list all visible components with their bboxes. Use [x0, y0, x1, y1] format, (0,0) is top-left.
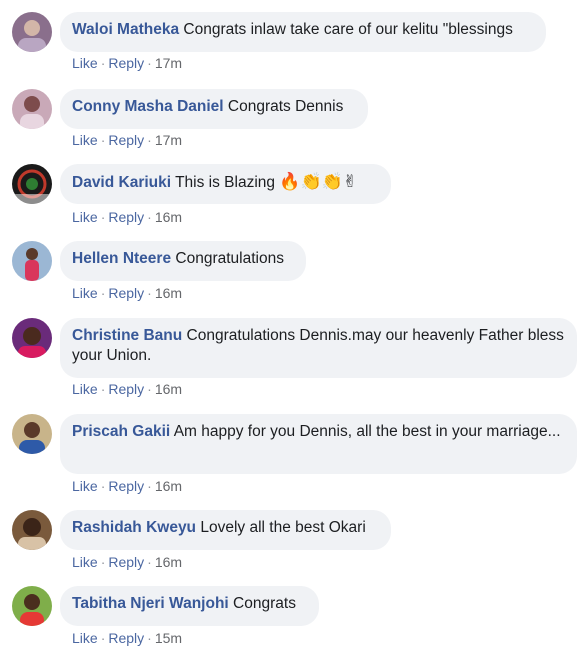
like-link[interactable]: Like — [72, 381, 98, 397]
comment-timestamp[interactable]: 16m — [155, 554, 182, 570]
comment-text: Congrats inlaw take care of our kelitu "… — [183, 21, 513, 38]
comment-author[interactable]: Conny Masha Daniel — [72, 98, 224, 115]
like-link[interactable]: Like — [72, 55, 98, 71]
comment-actions: Like · Reply · 16m — [72, 284, 182, 302]
like-link[interactable]: Like — [72, 132, 98, 148]
avatar[interactable] — [12, 510, 52, 550]
comment-bubble: Christine Banu Congratulations Dennis.ma… — [60, 318, 577, 378]
comment-timestamp[interactable]: 15m — [155, 630, 182, 646]
comment-text: Lovely all the best Okari — [200, 519, 366, 536]
comment-bubble: Priscah Gakii Am happy for you Dennis, a… — [60, 414, 577, 474]
comment-bubble: Conny Masha Daniel Congrats Dennis — [60, 89, 368, 129]
comment-text: This is Blazing — [175, 174, 276, 191]
comment-author[interactable]: Hellen Nteere — [72, 250, 171, 267]
comment-bubble: David Kariuki This is Blazing 🔥👏👏✌ — [60, 164, 391, 204]
comment-timestamp[interactable]: 16m — [155, 285, 182, 301]
like-link[interactable]: Like — [72, 630, 98, 646]
separator: · — [147, 209, 152, 225]
avatar[interactable] — [12, 89, 52, 129]
comment-author[interactable]: Christine Banu — [72, 327, 182, 344]
like-link[interactable]: Like — [72, 285, 98, 301]
like-link[interactable]: Like — [72, 554, 98, 570]
comment-author[interactable]: Rashidah Kweyu — [72, 519, 196, 536]
separator: · — [100, 55, 106, 71]
avatar[interactable] — [12, 414, 52, 454]
fire-clap-peace-emoji-icon: 🔥👏👏✌ — [279, 172, 358, 191]
comment-text: Congrats — [233, 595, 296, 612]
avatar[interactable] — [12, 318, 52, 358]
comment-author[interactable]: David Kariuki — [72, 174, 171, 191]
reply-link[interactable]: Reply — [108, 55, 144, 71]
separator: · — [100, 630, 106, 646]
reply-link[interactable]: Reply — [108, 132, 144, 148]
separator: · — [100, 381, 106, 397]
comment-bubble: Rashidah Kweyu Lovely all the best Okari — [60, 510, 391, 550]
separator: · — [147, 478, 152, 494]
comment-timestamp[interactable]: 16m — [155, 381, 182, 397]
comment-text: Am happy for you Dennis, all the best in… — [173, 423, 561, 440]
comment-actions: Like · Reply · 16m — [72, 380, 182, 398]
separator: · — [147, 630, 152, 646]
comment-actions: Like · Reply · 15m — [72, 629, 182, 647]
comment-bubble: Waloi Matheka Congrats inlaw take care o… — [60, 12, 546, 52]
separator: · — [147, 381, 152, 397]
comment-actions: Like · Reply · 17m — [72, 131, 182, 149]
separator: · — [100, 285, 106, 301]
reply-link[interactable]: Reply — [108, 630, 144, 646]
like-link[interactable]: Like — [72, 209, 98, 225]
comment-timestamp[interactable]: 17m — [155, 132, 182, 148]
reply-link[interactable]: Reply — [108, 285, 144, 301]
comment-actions: Like · Reply · 17m — [72, 54, 182, 72]
comment-author[interactable]: Tabitha Njeri Wanjohi — [72, 595, 229, 612]
comment-bubble: Hellen Nteere Congratulations — [60, 241, 306, 281]
separator: · — [147, 554, 152, 570]
avatar[interactable] — [12, 12, 52, 52]
comment-author[interactable]: Priscah Gakii — [72, 423, 170, 440]
reply-link[interactable]: Reply — [108, 209, 144, 225]
reply-link[interactable]: Reply — [108, 554, 144, 570]
separator: · — [147, 55, 152, 71]
avatar[interactable] — [12, 164, 52, 204]
comment-timestamp[interactable]: 16m — [155, 209, 182, 225]
separator: · — [100, 554, 106, 570]
separator: · — [100, 132, 106, 148]
reply-link[interactable]: Reply — [108, 478, 144, 494]
separator: · — [100, 209, 106, 225]
like-link[interactable]: Like — [72, 478, 98, 494]
separator: · — [147, 132, 152, 148]
comment-timestamp[interactable]: 17m — [155, 55, 182, 71]
separator: · — [147, 285, 152, 301]
separator: · — [100, 478, 106, 494]
comment-text: Congratulations — [175, 250, 284, 267]
avatar[interactable] — [12, 586, 52, 626]
reply-link[interactable]: Reply — [108, 381, 144, 397]
comment-actions: Like · Reply · 16m — [72, 553, 182, 571]
avatar[interactable] — [12, 241, 52, 281]
comment-bubble: Tabitha Njeri Wanjohi Congrats — [60, 586, 319, 626]
comment-timestamp[interactable]: 16m — [155, 478, 182, 494]
comment-author[interactable]: Waloi Matheka — [72, 21, 179, 38]
comment-text: Congrats Dennis — [227, 98, 344, 115]
comment-actions: Like · Reply · 16m — [72, 208, 182, 226]
comment-actions: Like · Reply · 16m — [72, 477, 182, 495]
